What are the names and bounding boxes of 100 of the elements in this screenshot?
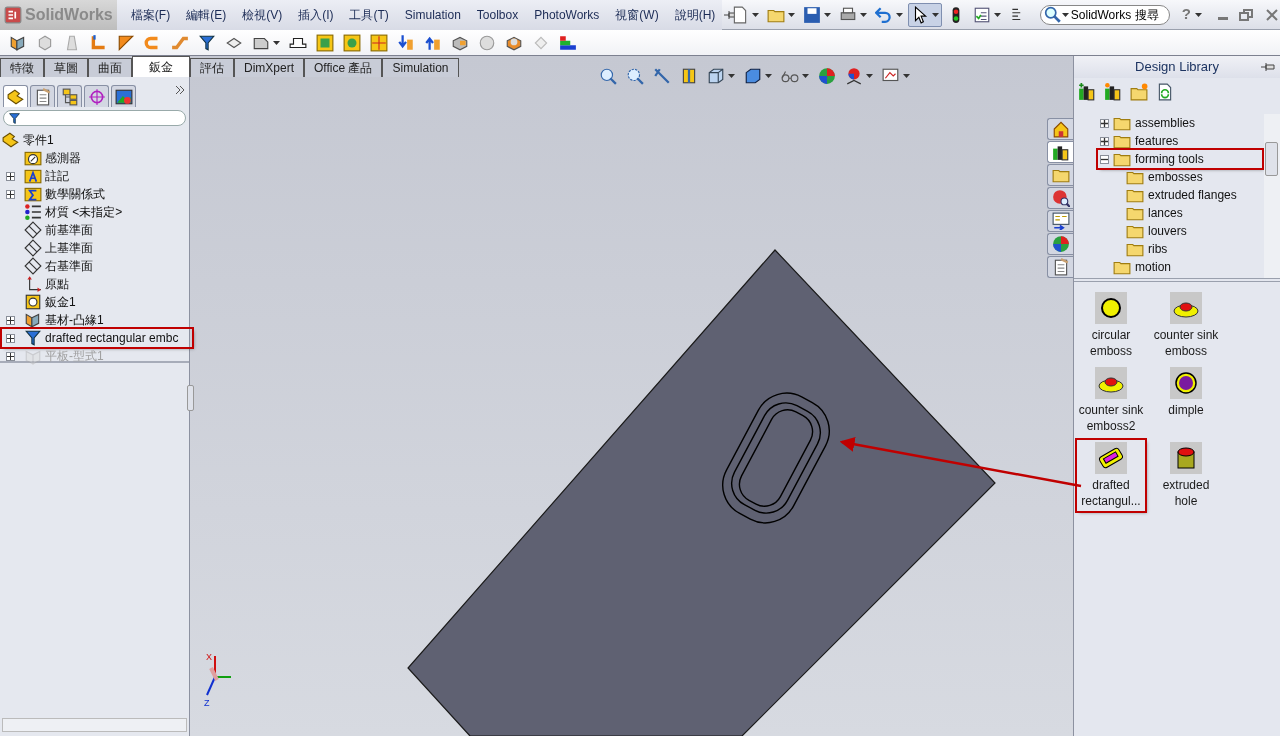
grid-icon [370,33,388,52]
command-tab[interactable]: Office 產品 [304,58,383,77]
panel-tab[interactable] [111,85,136,107]
plane-icon [24,257,42,275]
plus-icon [7,334,14,342]
library-item[interactable]: circular emboss [1077,290,1145,361]
caret-icon [802,74,809,78]
scrollbar-thumb[interactable] [1265,142,1278,176]
expand-toggle[interactable] [6,171,15,181]
expand-toggle[interactable] [1100,136,1109,146]
library-item[interactable]: dimple [1152,365,1220,436]
crosshair-icon [87,87,106,106]
panel-tab[interactable] [57,85,82,107]
command-tab[interactable]: Simulation [382,58,459,77]
side-tab[interactable] [1047,187,1073,209]
funnel-icon [198,33,216,52]
books-star-icon [1104,83,1122,101]
search-field[interactable]: SolidWorks 搜尋 [1039,4,1170,25]
caret-icon [931,12,939,17]
panel-tab[interactable] [3,85,28,107]
tree-item[interactable]: lances [1098,204,1187,222]
expand-toggle[interactable] [6,189,15,199]
restore-button[interactable] [1238,6,1254,23]
scrollbar[interactable] [2,718,187,732]
side-tab[interactable] [1047,210,1073,232]
zoom-area-icon [626,67,644,85]
menu-item[interactable]: 檢視(V) [234,5,291,24]
cylinder-thumbnail [1170,442,1202,474]
panel-tab[interactable] [84,85,109,107]
tree-item[interactable]: 材質 <未指定> [2,203,189,221]
tree-item[interactable]: 數學關係式 [2,185,189,203]
tree-item[interactable]: extruded flanges [1098,186,1241,204]
tree-item[interactable]: motion [1098,258,1176,276]
side-tab[interactable] [1047,256,1073,278]
close-button[interactable] [1264,6,1280,23]
tree-item[interactable]: 基材-凸緣1 [2,311,189,329]
menu-item[interactable]: 插入(I) [290,5,342,24]
command-tab[interactable]: DimXpert [234,58,304,77]
help-button[interactable]: ? [1181,3,1191,26]
form-icon [1051,212,1070,230]
tree-item[interactable]: 註記 [2,167,189,185]
expand-toggle[interactable] [6,351,15,361]
double-chevron-icon[interactable] [175,85,185,95]
command-tab[interactable]: 特徵 [0,58,44,77]
tree-item[interactable]: louvers [1098,222,1191,240]
expand-toggle[interactable] [1100,154,1109,164]
tree-item[interactable]: embosses [1098,168,1207,186]
menu-item[interactable]: Simulation [396,5,469,24]
panel-tab[interactable] [30,85,55,107]
pen-arrow-icon [653,67,671,85]
toolbar-button[interactable] [1156,83,1174,103]
tree-item[interactable]: ribs [1098,240,1172,258]
tree-item[interactable]: assemblies [1098,114,1200,132]
library-item[interactable]: extruded hole [1152,440,1220,511]
tree-item[interactable]: 零件1 [2,131,189,149]
tree-item[interactable]: 右基準面 [2,257,189,275]
plane-icon [24,239,42,257]
menu-item[interactable]: 說明(H) [666,5,724,24]
library-item[interactable]: counter sink emboss2 [1077,365,1145,436]
command-tab[interactable]: 評估 [190,58,234,77]
plus-icon [7,316,14,324]
tree-item[interactable]: 上基準面 [2,239,189,257]
menu-item[interactable]: Toolbox [468,5,527,24]
menu-item[interactable]: PhotoWorks [526,5,608,24]
ball-icon [818,67,836,85]
tree-item[interactable]: features [1098,132,1183,150]
toolbar-button[interactable] [907,2,942,27]
command-tab[interactable]: 草圖 [44,58,88,77]
tree-item[interactable]: 鈑金1 [2,293,189,311]
axis-triad-icon [206,655,232,696]
corner-icon [117,33,135,52]
plus-icon [7,172,14,180]
tree-item[interactable]: drafted rectangular embc [2,329,192,347]
rect-emboss-thumbnail [1095,442,1127,474]
tree-item[interactable]: 原點 [2,275,189,293]
menu-item[interactable]: 編輯(E) [178,5,235,24]
tree-item[interactable]: 感測器 [2,149,189,167]
command-tab[interactable]: 曲面 [88,58,132,77]
tree-item[interactable]: 前基準面 [2,221,189,239]
side-tab[interactable] [1047,141,1073,163]
expand-toggle[interactable] [6,333,15,343]
library-item[interactable]: counter sink emboss [1152,290,1220,361]
part-icon [2,131,20,149]
menu-item[interactable]: 視窗(W) [607,5,667,24]
menu-item[interactable]: 檔案(F) [122,5,179,24]
expand-toggle[interactable] [6,315,15,325]
expand-toggle[interactable] [1100,118,1109,128]
toolbar-button[interactable] [1104,83,1122,103]
command-tab[interactable]: 鈑金 [132,56,190,77]
magnifier-icon [1043,5,1062,24]
scrollbar[interactable] [1264,114,1280,278]
bend-icon [90,33,108,52]
menu-item[interactable]: 工具(T) [341,5,397,24]
toolbar-button[interactable] [1078,83,1096,103]
library-item[interactable]: drafted rectangul... [1077,440,1145,511]
sigma-folder-icon [24,185,42,203]
filter-field[interactable] [3,110,186,126]
countersink-thumbnail [1170,292,1202,324]
tree-item[interactable]: forming tools [1098,150,1262,168]
splitter-handle[interactable] [187,385,194,411]
